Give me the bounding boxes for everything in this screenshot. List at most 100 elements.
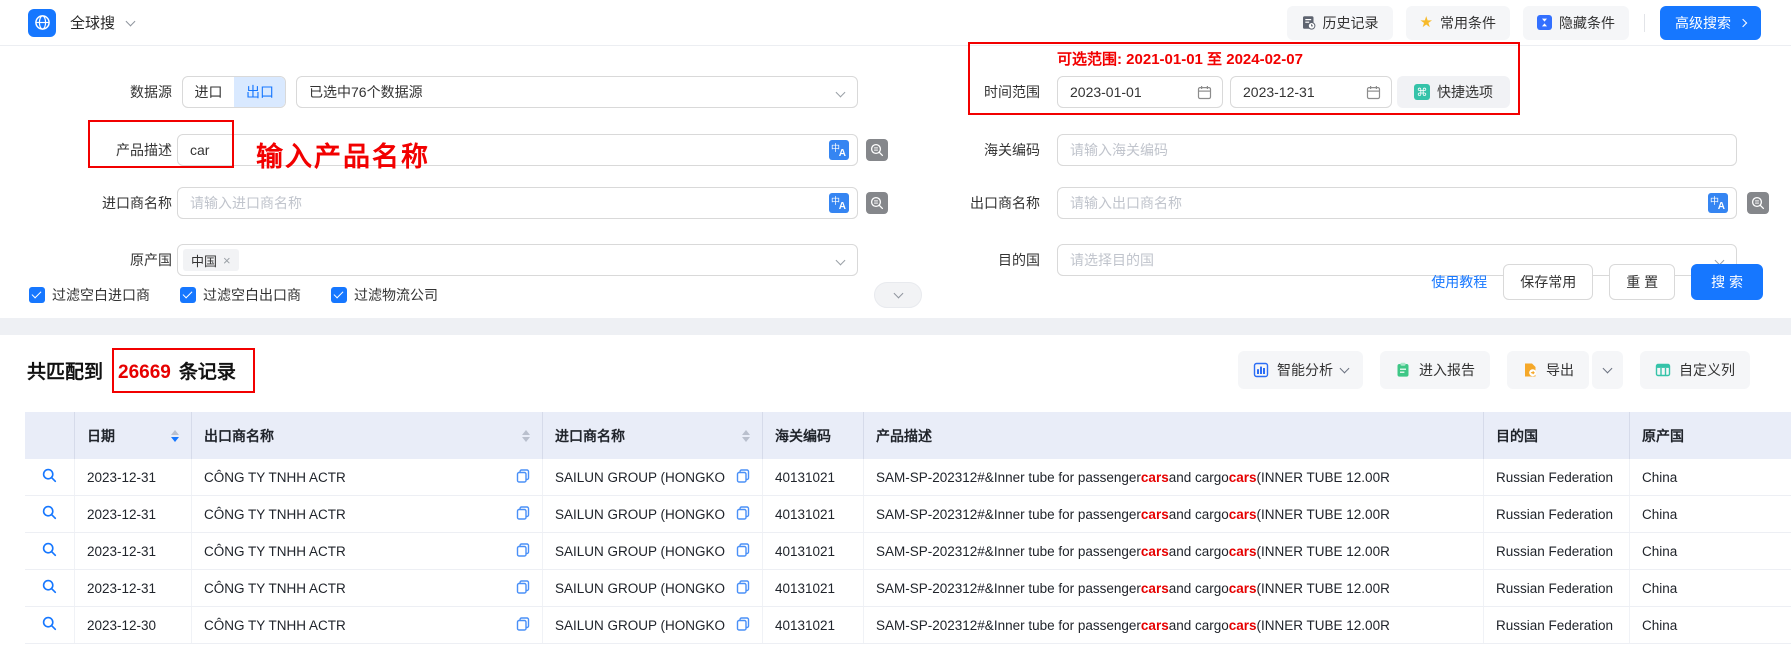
- translate-icon[interactable]: 中A: [1708, 193, 1728, 213]
- search-button[interactable]: 搜 索: [1691, 264, 1763, 300]
- export-more-button[interactable]: [1592, 351, 1623, 389]
- custom-columns-button[interactable]: 自定义列: [1640, 351, 1750, 389]
- datasource-label: 数据源: [0, 76, 172, 108]
- origin-country-select[interactable]: 中国 ×: [177, 244, 858, 276]
- hide-conditions-button[interactable]: 隐藏条件: [1523, 6, 1629, 40]
- import-toggle[interactable]: 进口: [183, 77, 234, 107]
- product-desc-label: 产品描述: [0, 134, 172, 166]
- chevron-down-icon: [836, 256, 846, 266]
- col-header-label: 出口商名称: [204, 426, 274, 446]
- collapse-form-button[interactable]: [874, 282, 922, 308]
- row-magnifier-button[interactable]: [42, 579, 57, 597]
- exporter-input[interactable]: [1058, 195, 1736, 211]
- save-conditions-button[interactable]: 保存常用: [1503, 264, 1593, 300]
- sort-asc-caret: [522, 430, 530, 435]
- results-count-line: 共匹配到 26669 条记录: [27, 357, 236, 384]
- translate-icon[interactable]: 中A: [829, 140, 849, 160]
- advanced-search-button[interactable]: 高级搜索: [1660, 6, 1761, 40]
- match-suffix: 条记录: [179, 357, 236, 384]
- match-count: 26669: [118, 362, 171, 384]
- col-header-label: 海关编码: [775, 426, 831, 446]
- table-body: 2023-12-31CÔNG TY TNHH ACTRSAILUN GROUP …: [25, 459, 1791, 644]
- hs-code-label: 海关编码: [860, 134, 1040, 166]
- star-icon: ★: [1420, 15, 1433, 30]
- desc-text: (INNER TUBE 12.00R: [1257, 618, 1390, 633]
- collapse-icon: [1537, 15, 1552, 30]
- copy-icon: [736, 543, 750, 557]
- col-header-label: 日期: [87, 426, 115, 446]
- desc-text: and cargo: [1169, 544, 1229, 559]
- calendar-icon: [1366, 85, 1381, 100]
- magnifier-icon: [42, 468, 57, 483]
- date-cell-text: 2023-12-31: [87, 544, 156, 559]
- quick-options-button[interactable]: ⌘ 快捷选项: [1397, 76, 1510, 108]
- form-actions: 使用教程 保存常用 重 置 搜 索: [1431, 264, 1763, 300]
- tutorial-link[interactable]: 使用教程: [1431, 272, 1487, 292]
- date-end-input[interactable]: 2023-12-31: [1230, 76, 1392, 108]
- hs-code-input[interactable]: [1058, 142, 1736, 158]
- filter-blank-importer[interactable]: 过滤空白进口商: [29, 285, 150, 305]
- date-cell-text: 2023-12-31: [87, 581, 156, 596]
- exporter-cell-text: CÔNG TY TNHH ACTR: [204, 470, 346, 485]
- col-header-1[interactable]: 日期: [75, 412, 192, 459]
- copy-button[interactable]: [730, 543, 750, 560]
- col-header-2[interactable]: 出口商名称: [192, 412, 543, 459]
- sort-icon[interactable]: [163, 430, 179, 442]
- copy-button[interactable]: [510, 543, 530, 560]
- keyword-highlight: cars: [1229, 470, 1257, 485]
- smart-analysis-button[interactable]: 智能分析: [1238, 351, 1363, 389]
- col-header-3[interactable]: 进口商名称: [543, 412, 763, 459]
- filter-logistics[interactable]: 过滤物流公司: [331, 285, 438, 305]
- translate-a-glyph: A: [1718, 201, 1725, 212]
- bi-chart-icon: [1253, 362, 1269, 378]
- copy-icon: [736, 617, 750, 631]
- export-label: 导出: [1546, 360, 1574, 380]
- desc-text: and cargo: [1169, 470, 1229, 485]
- copy-button[interactable]: [510, 617, 530, 634]
- export-button[interactable]: 导出: [1507, 351, 1589, 389]
- sort-icon[interactable]: [734, 430, 750, 442]
- chevron-down-icon[interactable]: [126, 16, 136, 26]
- row-search-cell: [25, 496, 75, 532]
- date-start-input[interactable]: 2023-01-01: [1057, 76, 1223, 108]
- importer-input[interactable]: [178, 195, 857, 211]
- enter-report-button[interactable]: 进入报告: [1380, 351, 1490, 389]
- synonym-search-icon[interactable]: [1747, 192, 1769, 214]
- keyword-highlight: cars: [1229, 507, 1257, 522]
- favorites-button[interactable]: ★ 常用条件: [1406, 6, 1510, 40]
- row-magnifier-button[interactable]: [42, 616, 57, 634]
- hide-conditions-label: 隐藏条件: [1559, 13, 1615, 33]
- hs-code-cell-text: 40131021: [775, 507, 835, 522]
- export-toggle[interactable]: 出口: [234, 77, 285, 107]
- row-magnifier-button[interactable]: [42, 505, 57, 523]
- reset-button[interactable]: 重 置: [1609, 264, 1675, 300]
- checkbox-checked-icon[interactable]: [331, 287, 347, 303]
- tag-close-icon[interactable]: ×: [223, 253, 231, 268]
- col-header-label: 目的国: [1496, 426, 1538, 446]
- copy-icon: [736, 469, 750, 483]
- product-desc-input[interactable]: [178, 142, 857, 158]
- desc-text: and cargo: [1169, 618, 1229, 633]
- history-button[interactable]: 历史记录: [1287, 6, 1393, 40]
- copy-button[interactable]: [730, 580, 750, 597]
- keyword-highlight: cars: [1229, 544, 1257, 559]
- filter-blank-exporter[interactable]: 过滤空白出口商: [180, 285, 301, 305]
- copy-button[interactable]: [730, 506, 750, 523]
- copy-button[interactable]: [510, 469, 530, 486]
- sort-icon[interactable]: [514, 430, 530, 442]
- row-magnifier-button[interactable]: [42, 468, 57, 486]
- results-section: 共匹配到 26669 条记录 智能分析 进入报告 导出 自定义列 日: [0, 335, 1791, 649]
- datasource-select[interactable]: 已选中76个数据源: [296, 76, 858, 108]
- copy-button[interactable]: [730, 469, 750, 486]
- copy-button[interactable]: [510, 506, 530, 523]
- copy-button[interactable]: [510, 580, 530, 597]
- checkbox-checked-icon[interactable]: [180, 287, 196, 303]
- time-range-label: 时间范围: [860, 76, 1040, 108]
- table-header: 日期出口商名称进口商名称海关编码产品描述目的国原产国: [25, 412, 1791, 459]
- checkbox-checked-icon[interactable]: [29, 287, 45, 303]
- translate-icon[interactable]: 中A: [829, 193, 849, 213]
- date-cell-text: 2023-12-31: [87, 470, 156, 485]
- copy-button[interactable]: [730, 617, 750, 634]
- desc-text: (INNER TUBE 12.00R: [1257, 507, 1390, 522]
- row-magnifier-button[interactable]: [42, 542, 57, 560]
